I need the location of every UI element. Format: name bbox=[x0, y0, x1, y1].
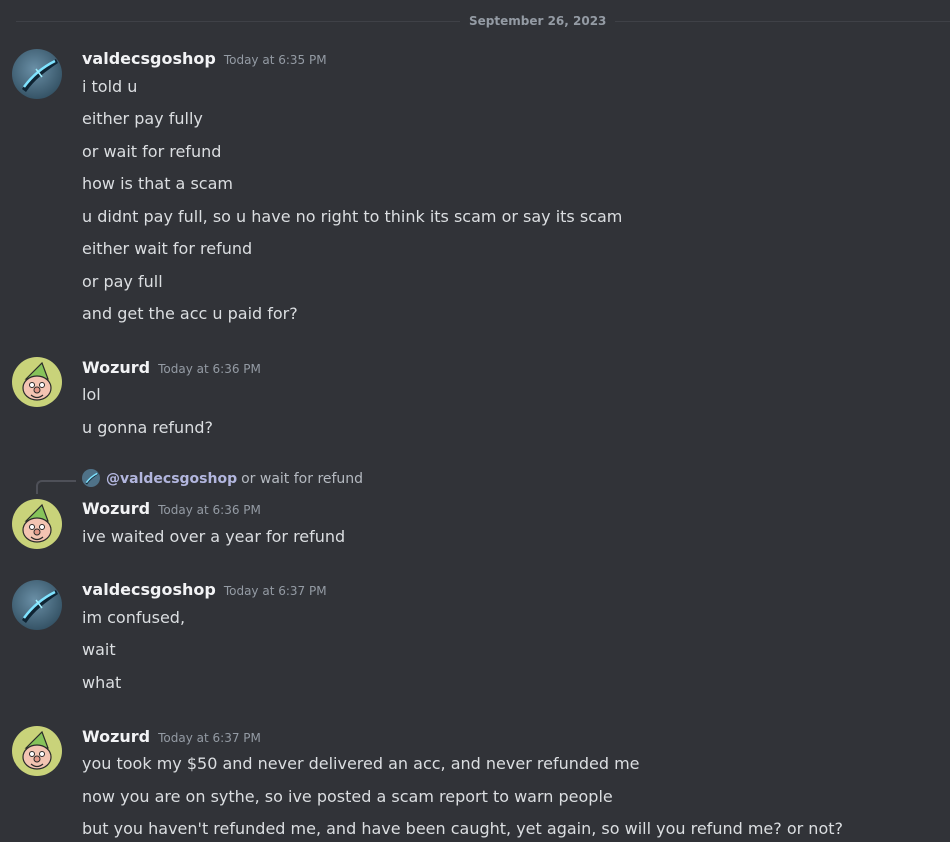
timestamp[interactable]: Today at 6:36 PM bbox=[158, 362, 261, 376]
timestamp[interactable]: Today at 6:37 PM bbox=[224, 584, 327, 598]
message-line: u gonna refund? bbox=[82, 418, 213, 437]
message-line: now you are on sythe, so ive posted a sc… bbox=[82, 787, 613, 806]
username[interactable]: Wozurd bbox=[82, 727, 150, 746]
username[interactable]: Wozurd bbox=[82, 499, 150, 518]
message-line: lol bbox=[82, 385, 101, 404]
message-header: valdecsgoshop Today at 6:37 PM bbox=[82, 579, 327, 602]
reply-avatar-icon bbox=[82, 469, 100, 487]
username[interactable]: Wozurd bbox=[82, 358, 150, 377]
message-header: Wozurd Today at 6:37 PM bbox=[82, 726, 261, 749]
message-line: either pay fully bbox=[82, 109, 203, 128]
blade-avatar-icon[interactable] bbox=[12, 49, 62, 99]
username[interactable]: valdecsgoshop bbox=[82, 580, 216, 599]
message-line: and get the acc u paid for? bbox=[82, 304, 298, 323]
message-header: Wozurd Today at 6:36 PM bbox=[82, 498, 261, 521]
message-line: or wait for refund bbox=[82, 142, 222, 161]
message-line: but you haven't refunded me, and have be… bbox=[82, 819, 843, 838]
message-line: ive waited over a year for refund bbox=[82, 527, 346, 546]
message-line: either wait for refund bbox=[82, 239, 253, 258]
message-line: wait bbox=[82, 640, 116, 659]
reply-spine bbox=[36, 480, 76, 494]
timestamp[interactable]: Today at 6:37 PM bbox=[158, 731, 261, 745]
message-line: you took my $50 and never delivered an a… bbox=[82, 754, 640, 773]
message-header: Wozurd Today at 6:36 PM bbox=[82, 357, 261, 380]
message-header: valdecsgoshop Today at 6:35 PM bbox=[82, 48, 327, 71]
message-line: im confused, bbox=[82, 608, 186, 627]
date-divider-label: September 26, 2023 bbox=[460, 13, 616, 29]
gnome-avatar-icon[interactable] bbox=[12, 726, 62, 776]
username[interactable]: valdecsgoshop bbox=[82, 49, 216, 68]
message-line: what bbox=[82, 673, 122, 692]
gnome-avatar-icon[interactable] bbox=[12, 499, 62, 549]
reply-text: or wait for refund bbox=[241, 471, 364, 487]
message-line: u didnt pay full, so u have no right to … bbox=[82, 207, 623, 226]
message-line: or pay full bbox=[82, 272, 163, 291]
message-line: how is that a scam bbox=[82, 174, 233, 193]
message-line: i told u bbox=[82, 77, 138, 96]
reply-mention[interactable]: @valdecsgoshop bbox=[106, 471, 237, 487]
blade-avatar-icon[interactable] bbox=[12, 580, 62, 630]
reply-preview[interactable]: @valdecsgoshop or wait for refund bbox=[82, 469, 363, 489]
timestamp[interactable]: Today at 6:35 PM bbox=[224, 53, 327, 67]
gnome-avatar-icon[interactable] bbox=[12, 357, 62, 407]
timestamp[interactable]: Today at 6:36 PM bbox=[158, 503, 261, 517]
